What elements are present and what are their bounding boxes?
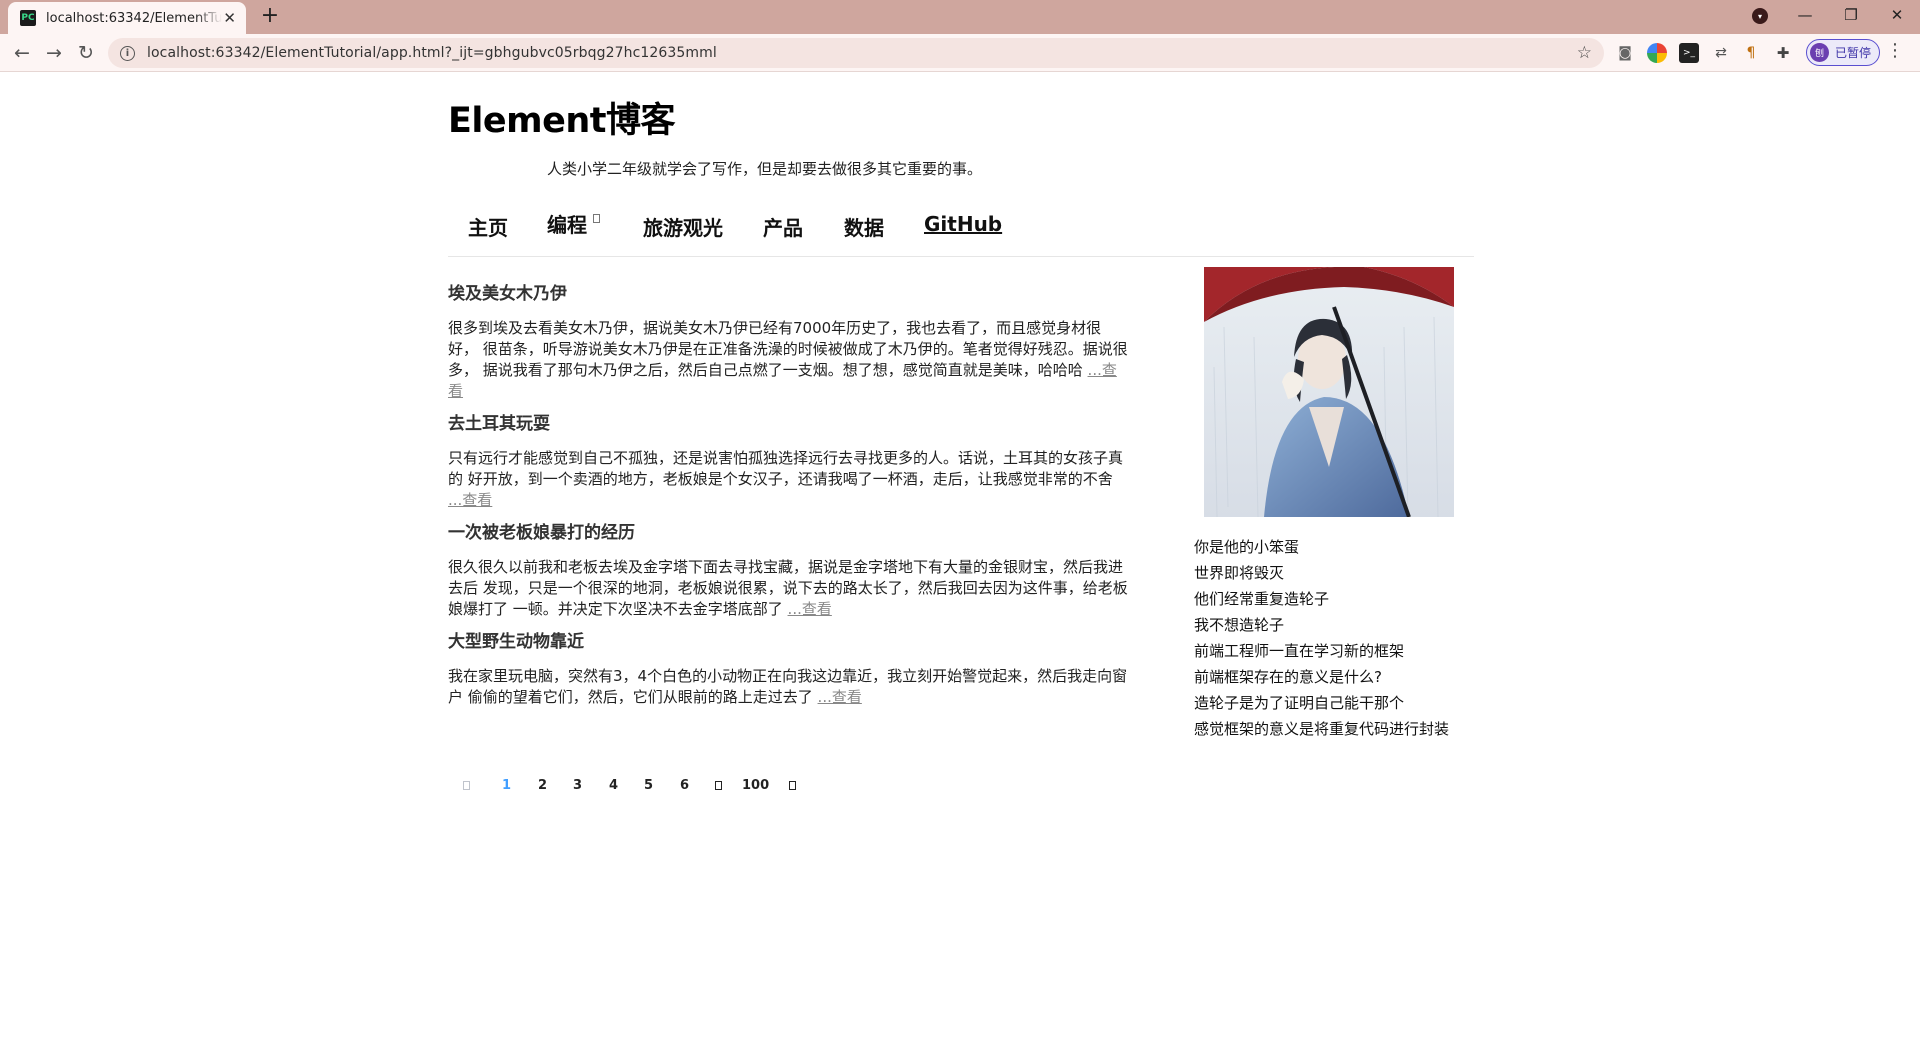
bookmark-star-icon[interactable]: ☆: [1577, 43, 1592, 63]
article-title[interactable]: 大型野生动物靠近: [448, 630, 1128, 654]
read-more-link[interactable]: ...查看: [448, 491, 492, 509]
sidebar-link[interactable]: 我不想造轮子: [1194, 612, 1449, 638]
nav-item-product[interactable]: 产品: [763, 212, 803, 241]
url-text: localhost:63342/ElementTutorial/app.html…: [147, 45, 717, 61]
close-tab-icon[interactable]: ✕: [223, 9, 236, 27]
article-item: 大型野生动物靠近 我在家里玩电脑，突然有3，4个白色的小动物正在向我这边靠近，我…: [448, 630, 1128, 708]
article-item: 去土耳其玩耍 只有远行才能感觉到自己不孤独，还是说害怕孤独选择远行去寻找更多的人…: [448, 412, 1128, 511]
forward-button[interactable]: →: [40, 39, 68, 67]
profile-avatar: 刨: [1810, 43, 1829, 62]
last-page-number[interactable]: 100: [742, 770, 769, 800]
site-subtitle: 人类小学二年级就学会了写作，但是却要去做很多其它重要的事。: [547, 160, 983, 178]
close-window-button[interactable]: ✕: [1874, 0, 1920, 30]
site-title: Element博客: [448, 101, 676, 141]
prev-page-button[interactable]: [463, 770, 470, 800]
back-button[interactable]: ←: [8, 39, 36, 67]
next-page-button[interactable]: [789, 770, 796, 800]
article-summary: 很多到埃及去看美女木乃伊，据说美女木乃伊已经有7000年历史了，我也去看了，而且…: [448, 319, 1128, 400]
page-number[interactable]: 4: [609, 770, 618, 800]
profile-status: 已暂停: [1835, 46, 1872, 60]
article-list: 埃及美女木乃伊 很多到埃及去看美女木乃伊，据说美女木乃伊已经有7000年历史了，…: [448, 282, 1128, 718]
nav-item-data[interactable]: 数据: [844, 212, 884, 241]
nav-item-label: 编程: [547, 213, 587, 237]
ellipsis-icon: [715, 780, 722, 790]
site-info-icon[interactable]: i: [120, 45, 135, 61]
sidebar-link[interactable]: 感觉框架的意义是将重复代码进行封装: [1194, 716, 1449, 742]
sidebar-link[interactable]: 世界即将毁灭: [1194, 560, 1449, 586]
browser-toolbar: ← → ↻ i localhost:63342/ElementTutorial/…: [0, 34, 1920, 72]
sidebar-link[interactable]: 前端工程师一直在学习新的框架: [1194, 638, 1449, 664]
prev-arrow-icon: [463, 780, 470, 790]
nav-item-programming[interactable]: 编程: [547, 209, 600, 238]
browser-tabstrip: PC localhost:63342/ElementTutorial ✕ + ▾…: [0, 0, 1920, 34]
pagination: 1 2 3 4 5 6 100: [448, 770, 1128, 800]
new-tab-button[interactable]: +: [258, 4, 282, 28]
pycharm-favicon-icon: PC: [20, 10, 36, 26]
sidebar-link[interactable]: 你是他的小笨蛋: [1194, 534, 1449, 560]
screenshot-extension-icon[interactable]: ◙: [1615, 43, 1635, 63]
article-summary: 很久很久以前我和老板去埃及金字塔下面去寻找宝藏，据说是金字塔地下有大量的金银财宝…: [448, 558, 1128, 618]
page-viewport: Element博客 人类小学二年级就学会了写作，但是却要去做很多其它重要的事。 …: [0, 72, 1920, 1048]
next-arrow-icon: [789, 780, 796, 790]
more-pages-button[interactable]: [715, 770, 722, 800]
umbrella-figure-illustration: [1204, 267, 1454, 517]
nav-item-github[interactable]: GitHub: [924, 212, 1002, 236]
browser-tab[interactable]: PC localhost:63342/ElementTutorial ✕: [8, 2, 246, 34]
article-summary: 只有远行才能感觉到自己不孤独，还是说害怕孤独选择远行去寻找更多的人。话说，土耳其…: [448, 449, 1124, 509]
article-summary: 我在家里玩电脑，突然有3，4个白色的小动物正在向我这边靠近，我立刻开始警觉起来，…: [448, 667, 1128, 706]
tab-search-icon[interactable]: ▾: [1752, 8, 1768, 24]
article-title[interactable]: 一次被老板娘暴打的经历: [448, 521, 1128, 545]
restore-window-button[interactable]: ❐: [1828, 0, 1874, 30]
paragraph-extension-icon[interactable]: ¶: [1741, 43, 1761, 63]
page-number[interactable]: 6: [680, 770, 689, 800]
terminal-extension-icon[interactable]: >_: [1679, 43, 1699, 63]
nav-item-home[interactable]: 主页: [468, 212, 508, 241]
reload-button[interactable]: ↻: [72, 39, 100, 67]
article-title[interactable]: 埃及美女木乃伊: [448, 282, 1128, 306]
sidebar-link[interactable]: 造轮子是为了证明自己能干那个: [1194, 690, 1449, 716]
page-number[interactable]: 2: [538, 770, 547, 800]
google-extension-icon[interactable]: [1647, 43, 1667, 63]
page-number[interactable]: 3: [573, 770, 582, 800]
sidebar-illustration: [1204, 267, 1454, 517]
address-bar[interactable]: i localhost:63342/ElementTutorial/app.ht…: [108, 38, 1604, 68]
extensions-puzzle-icon[interactable]: ✚: [1773, 43, 1793, 63]
read-more-link[interactable]: ...查看: [788, 600, 832, 618]
article-item: 一次被老板娘暴打的经历 很久很久以前我和老板去埃及金字塔下面去寻找宝藏，据说是金…: [448, 521, 1128, 620]
sidebar-link[interactable]: 前端框架存在的意义是什么?: [1194, 664, 1449, 690]
read-more-link[interactable]: ...查看: [818, 688, 862, 706]
main-nav: 主页 编程 旅游观光 产品 数据 GitHub: [448, 212, 1474, 257]
dropdown-icon: [593, 214, 600, 223]
browser-menu-icon[interactable]: ⋮: [1886, 42, 1904, 60]
profile-paused-button[interactable]: 刨 已暂停: [1806, 39, 1880, 66]
minimize-window-button[interactable]: —: [1782, 0, 1828, 30]
sidebar-link[interactable]: 他们经常重复造轮子: [1194, 586, 1449, 612]
article-item: 埃及美女木乃伊 很多到埃及去看美女木乃伊，据说美女木乃伊已经有7000年历史了，…: [448, 282, 1128, 402]
nav-item-travel[interactable]: 旅游观光: [643, 212, 723, 241]
article-title[interactable]: 去土耳其玩耍: [448, 412, 1128, 436]
sync-extension-icon[interactable]: ⇄: [1711, 43, 1731, 63]
tab-title: localhost:63342/ElementTutorial: [46, 10, 222, 26]
page-number[interactable]: 5: [644, 770, 653, 800]
sidebar-link-list: 你是他的小笨蛋 世界即将毁灭 他们经常重复造轮子 我不想造轮子 前端工程师一直在…: [1194, 534, 1449, 742]
page-number[interactable]: 1: [502, 770, 511, 800]
